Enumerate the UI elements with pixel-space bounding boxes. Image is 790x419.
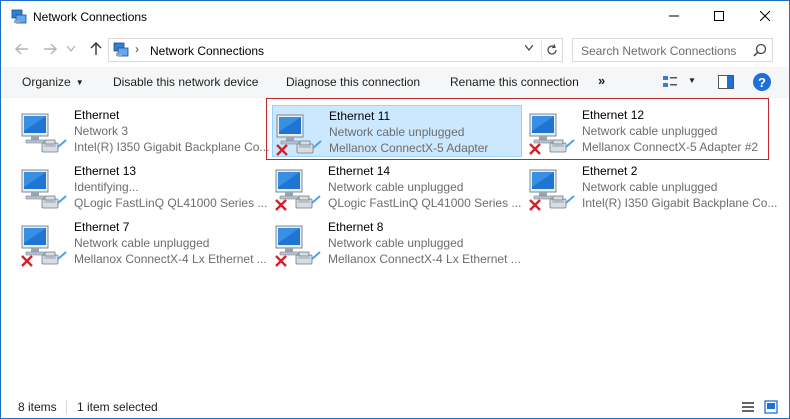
connection-name: Ethernet 13 bbox=[74, 164, 137, 178]
close-icon bbox=[759, 10, 771, 24]
connection-details: Ethernet Network 3 Intel(R) I350 Gigabit B… bbox=[74, 107, 269, 155]
annotation-highlight bbox=[266, 98, 769, 160]
view-options-dropdown-icon[interactable]: ▼ bbox=[688, 76, 696, 85]
more-commands-button[interactable]: » bbox=[598, 73, 605, 88]
maximize-button[interactable] bbox=[696, 1, 742, 33]
change-view-icon[interactable] bbox=[662, 74, 678, 90]
connection-status: Network 3 bbox=[74, 124, 129, 138]
connection-device: QLogic FastLinQ QL41000 Series ... bbox=[74, 196, 268, 210]
close-button[interactable] bbox=[742, 1, 788, 33]
connection-status: Network cable unplugged bbox=[582, 180, 718, 194]
rename-connection-button[interactable]: Rename this connection bbox=[450, 75, 579, 89]
connection-name: Ethernet 7 bbox=[74, 220, 130, 234]
command-bar: Organize ▼ Disable this network device Di… bbox=[1, 67, 789, 98]
disable-device-button[interactable]: Disable this network device bbox=[113, 75, 258, 89]
selection-count: 1 item selected bbox=[77, 400, 158, 414]
navigation-bar: › Network Connections Search Network Con… bbox=[1, 35, 789, 65]
network-connections-window: Network Connections › Network Connection… bbox=[0, 0, 790, 419]
breadcrumb-network-connections[interactable]: Network Connections bbox=[150, 44, 264, 58]
connection-device: Intel(R) I350 Gigabit Backplane Co... bbox=[582, 196, 778, 210]
chevron-down-icon: ▼ bbox=[75, 78, 84, 87]
connection-item[interactable]: Ethernet 13 Identifying... QLogic FastLinQ… bbox=[18, 161, 268, 213]
breadcrumb-separator[interactable]: › bbox=[135, 42, 139, 56]
connection-details: Ethernet 8 Network cable unplugged Mellano… bbox=[328, 219, 521, 267]
connection-name: Ethernet 14 bbox=[328, 164, 391, 178]
connection-item[interactable]: Ethernet 8 Network cable unplugged Mellano… bbox=[272, 217, 522, 269]
connection-status: Network cable unplugged bbox=[328, 236, 464, 250]
window-title: Network Connections bbox=[33, 10, 148, 24]
connection-item[interactable]: Ethernet 7 Network cable unplugged Mellano… bbox=[18, 217, 268, 269]
status-divider bbox=[66, 400, 67, 414]
connection-details: Ethernet 7 Network cable unplugged Mellano… bbox=[74, 219, 267, 267]
connection-device: QLogic FastLinQ QL41000 Series ... bbox=[328, 196, 522, 210]
connection-device: Mellanox ConnectX-4 Lx Ethernet ... bbox=[328, 252, 521, 266]
connection-status: Identifying... bbox=[74, 180, 139, 194]
maximize-icon bbox=[714, 10, 724, 24]
connection-item[interactable]: Ethernet 14 Network cable unplugged QLogic… bbox=[272, 161, 522, 213]
control-panel-icon bbox=[113, 42, 129, 58]
connection-item[interactable]: Ethernet Network 3 Intel(R) I350 Gigabit B… bbox=[18, 105, 269, 157]
connection-details: Ethernet 13 Identifying... QLogic FastLinQ… bbox=[74, 163, 267, 211]
connection-details: Ethernet 2 Network cable unplugged Intel(R… bbox=[582, 163, 777, 211]
network-adapter-disconnected-icon bbox=[274, 167, 322, 213]
address-dropdown-icon[interactable] bbox=[522, 43, 536, 54]
connection-name: Ethernet 8 bbox=[328, 220, 384, 234]
connection-status: Network cable unplugged bbox=[74, 236, 210, 250]
address-bar[interactable]: › Network Connections bbox=[108, 38, 563, 62]
connection-name: Ethernet bbox=[74, 108, 120, 122]
organize-button[interactable]: Organize ▼ bbox=[22, 75, 84, 89]
network-connections-icon bbox=[11, 9, 27, 25]
search-box[interactable]: Search Network Connections bbox=[572, 38, 773, 62]
connection-status: Network cable unplugged bbox=[328, 180, 464, 194]
network-adapter-disconnected-icon bbox=[274, 223, 322, 269]
recent-locations-icon[interactable] bbox=[65, 41, 77, 57]
diagnose-connection-button[interactable]: Diagnose this connection bbox=[286, 75, 420, 89]
connection-details: Ethernet 14 Network cable unplugged QLogic… bbox=[328, 163, 521, 211]
organize-label: Organize bbox=[22, 75, 71, 89]
connection-device: Intel(R) I350 Gigabit Backplane Co... bbox=[74, 140, 270, 154]
connection-name: Ethernet 2 bbox=[582, 164, 638, 178]
search-icon[interactable] bbox=[753, 43, 767, 57]
title-bar: Network Connections bbox=[1, 1, 789, 33]
details-view-icon[interactable] bbox=[741, 400, 755, 414]
item-count: 8 items bbox=[18, 400, 57, 414]
up-arrow-icon[interactable] bbox=[87, 41, 105, 57]
network-adapter-icon bbox=[20, 111, 68, 157]
preview-pane-icon[interactable] bbox=[718, 75, 734, 89]
network-adapter-disconnected-icon bbox=[528, 167, 576, 213]
status-bar: 8 items 1 item selected bbox=[1, 396, 789, 418]
large-icons-view-icon[interactable] bbox=[764, 400, 778, 414]
network-adapter-disconnected-icon bbox=[20, 223, 68, 269]
search-input[interactable]: Search Network Connections bbox=[581, 44, 736, 58]
help-icon[interactable]: ? bbox=[753, 73, 771, 91]
minimize-button[interactable] bbox=[651, 1, 697, 33]
connection-item[interactable]: Ethernet 2 Network cable unplugged Intel(R… bbox=[526, 161, 777, 213]
forward-arrow-icon[interactable] bbox=[41, 41, 59, 57]
network-adapter-icon bbox=[20, 167, 68, 213]
minimize-icon bbox=[669, 10, 679, 24]
refresh-icon[interactable] bbox=[541, 40, 561, 60]
connection-device: Mellanox ConnectX-4 Lx Ethernet ... bbox=[74, 252, 267, 266]
back-arrow-icon[interactable] bbox=[13, 41, 31, 57]
